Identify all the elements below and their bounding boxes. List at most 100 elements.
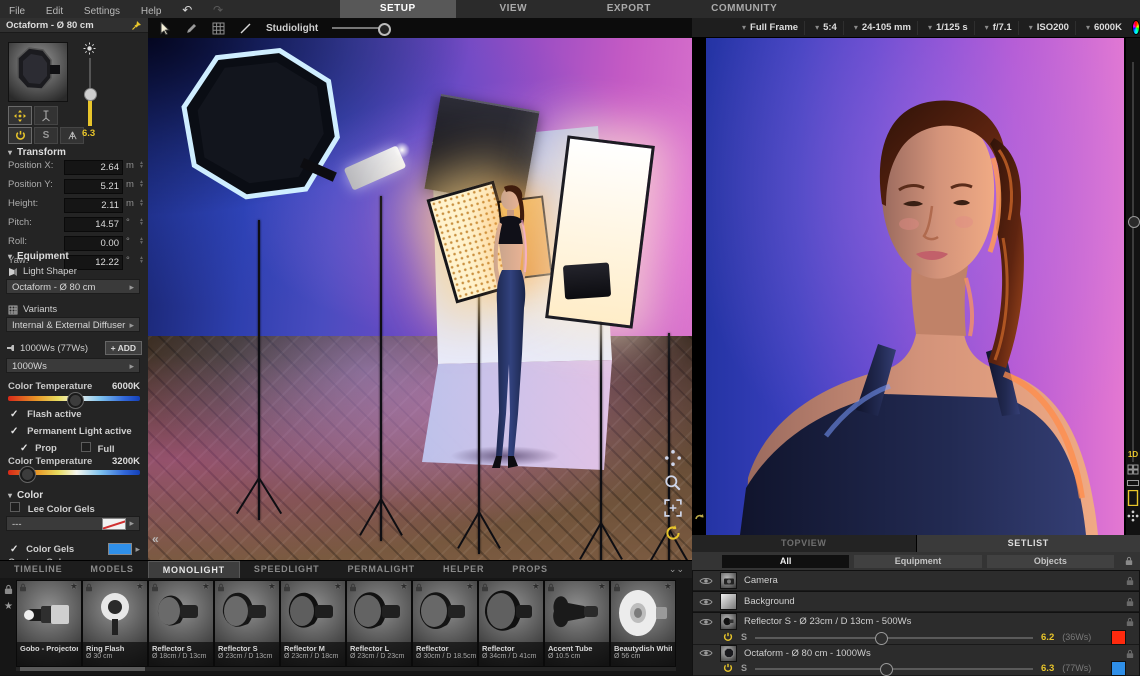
slider-knob[interactable]	[875, 632, 888, 645]
prop-checkbox[interactable]: ✓ Prop	[20, 443, 57, 454]
white-balance-select[interactable]: ▾6000K	[1080, 21, 1128, 35]
lee-gel-select[interactable]: --- ▸	[6, 516, 140, 531]
eye-icon[interactable]	[699, 617, 713, 627]
library-item[interactable]: ★ ReflectorØ 34cm / D 41cm	[478, 580, 544, 667]
studiolight-slider[interactable]	[332, 22, 388, 34]
gel-color-select[interactable]: ▸	[108, 543, 140, 555]
tab-topview[interactable]: TOPVIEW	[692, 535, 917, 552]
lock-all-icon[interactable]	[1125, 556, 1133, 566]
tab-models[interactable]: MODELS	[76, 561, 147, 579]
setlist-row-background[interactable]: Background	[693, 592, 1139, 612]
color-gels-checkbox[interactable]: ✓ Color Gels	[10, 544, 74, 555]
color-temp-handle[interactable]	[68, 393, 83, 408]
measure-line-icon[interactable]	[239, 22, 252, 35]
tab-setlist[interactable]: SETLIST	[917, 535, 1140, 552]
collapse-library-icon[interactable]: ⌄⌄	[661, 561, 692, 579]
power-icon[interactable]	[723, 663, 733, 673]
monolight-dark-head[interactable]	[563, 262, 611, 299]
library-item[interactable]: ★ Reflector MØ 23cm / D 18cm	[280, 580, 346, 667]
tab-speedlight[interactable]: SPEEDLIGHT	[240, 561, 334, 579]
light-stand[interactable]	[600, 313, 602, 560]
aspect-ratio-select[interactable]: ▾5:4	[809, 21, 844, 35]
view-mode-label[interactable]: 1D	[1127, 450, 1139, 459]
filter-objects[interactable]: Objects	[987, 555, 1114, 568]
tab-export[interactable]: EXPORT	[571, 0, 687, 18]
power-slider[interactable]	[755, 663, 1033, 674]
variants-select[interactable]: Internal & External Diffuser▸	[6, 317, 140, 332]
shutter-select[interactable]: ▾1/125 s	[922, 21, 975, 35]
studio-scene[interactable]: «	[148, 38, 692, 560]
tab-props[interactable]: PROPS	[498, 561, 562, 579]
tab-helper[interactable]: HELPER	[429, 561, 498, 579]
lock-icon[interactable]	[1126, 597, 1134, 607]
favorite-star-icon[interactable]: ★	[268, 581, 276, 592]
library-item[interactable]: ★ Accent TubeØ 10.5 cm	[544, 580, 610, 667]
camera-height-track[interactable]	[1132, 62, 1134, 462]
roll-field[interactable]: 0.00	[64, 236, 123, 251]
eye-icon[interactable]	[699, 576, 713, 586]
tab-monolight[interactable]: MONOLIGHT	[148, 561, 240, 579]
stepper-icon[interactable]: ▲▼	[139, 256, 144, 264]
tab-view[interactable]: VIEW	[456, 0, 572, 18]
panorama-format-icon[interactable]	[1127, 479, 1139, 487]
power-toggle-button[interactable]	[8, 127, 32, 144]
favorite-star-icon[interactable]: ★	[334, 581, 342, 592]
studio-3d-viewport[interactable]: Studiolight	[148, 18, 692, 560]
setlist-row-reflector[interactable]: Reflector S - Ø 23cm / D 13cm - 500Ws S …	[693, 613, 1139, 645]
library-item[interactable]: ★ Reflector SØ 18cm / D 13cm	[148, 580, 214, 667]
gel-color-swatch[interactable]	[1111, 630, 1126, 645]
position-x-field[interactable]: 2.64	[64, 160, 123, 175]
lock-icon[interactable]	[1126, 617, 1134, 627]
filter-all[interactable]: All	[722, 555, 849, 568]
transform-section-header[interactable]: ▾Transform	[8, 147, 66, 158]
select-cursor-icon[interactable]	[160, 22, 171, 35]
lee-gels-checkbox[interactable]: Lee Color Gels	[10, 502, 95, 515]
intensity-slider-handle[interactable]	[84, 88, 97, 101]
permanent-light-checkbox[interactable]: ✓ Permanent Light active	[10, 426, 132, 437]
stepper-icon[interactable]: ▲▼	[139, 199, 144, 207]
lens-select[interactable]: ▾24-105 mm	[848, 21, 918, 35]
multi-view-icon[interactable]	[1127, 464, 1139, 475]
tab-timeline[interactable]: TIMELINE	[0, 561, 76, 579]
position-y-field[interactable]: 5.21	[64, 179, 123, 194]
octabox-light[interactable]	[154, 38, 364, 238]
favorite-star-icon[interactable]: ★	[466, 581, 474, 592]
library-item[interactable]: ★ Beautydish WhiteØ 56 cm	[610, 580, 676, 667]
undo-icon[interactable]: ↶	[173, 0, 201, 20]
favorite-star-icon[interactable]: ★	[70, 581, 78, 592]
setlist-row-camera[interactable]: Camera	[693, 571, 1139, 591]
star-filter-icon[interactable]: ★	[4, 601, 13, 612]
light-stand[interactable]	[380, 196, 382, 541]
color-section-header[interactable]: ▾Color	[8, 490, 43, 501]
favorite-star-icon[interactable]: ★	[598, 581, 606, 592]
library-scrollbar-thumb[interactable]	[20, 667, 145, 671]
tab-permalight[interactable]: PERMALIGHT	[333, 561, 429, 579]
library-item[interactable]: ★ Reflector LØ 23cm / D 23cm	[346, 580, 412, 667]
pitch-field[interactable]: 14.57	[64, 217, 123, 232]
stepper-icon[interactable]: ▲▼	[139, 218, 144, 226]
library-item[interactable]: ★ ReflectorØ 30cm / D 18.5cm	[412, 580, 478, 667]
flash-active-checkbox[interactable]: ✓ Flash active	[10, 409, 82, 420]
lock-filter-icon[interactable]	[4, 584, 13, 595]
collapse-panel-icon[interactable]: «	[152, 532, 159, 546]
light-stand[interactable]	[258, 220, 260, 520]
favorite-star-icon[interactable]: ★	[532, 581, 540, 592]
library-item[interactable]: ★ Reflector SØ 23cm / D 13cm	[214, 580, 280, 667]
stand-height-button[interactable]	[34, 106, 58, 125]
setlist-row-octaform[interactable]: Octaform - Ø 80 cm - 1000Ws S 6.3 (77Ws)	[693, 645, 1139, 676]
favorite-star-icon[interactable]: ★	[664, 581, 672, 592]
model-figure[interactable]	[466, 184, 552, 474]
library-item[interactable]: ★ Gobo - Projector	[16, 580, 82, 667]
portrait-format-icon[interactable]	[1127, 490, 1139, 506]
pan-view-icon[interactable]	[1127, 510, 1139, 522]
grid-toggle-icon[interactable]	[212, 22, 225, 35]
camera-swap-icon[interactable]	[694, 512, 706, 524]
iso-select[interactable]: ▾ISO200	[1023, 21, 1076, 35]
light-shaper-select[interactable]: Octaform - Ø 80 cm▸	[6, 279, 140, 294]
zoom-icon[interactable]	[664, 474, 682, 492]
camera-height-handle[interactable]	[1128, 216, 1140, 228]
orbit-rotate-icon[interactable]	[664, 524, 682, 542]
favorite-star-icon[interactable]: ★	[400, 581, 408, 592]
library-item[interactable]: ★ Ring FlashØ 30 cm	[82, 580, 148, 667]
frame-fit-icon[interactable]	[664, 499, 682, 517]
